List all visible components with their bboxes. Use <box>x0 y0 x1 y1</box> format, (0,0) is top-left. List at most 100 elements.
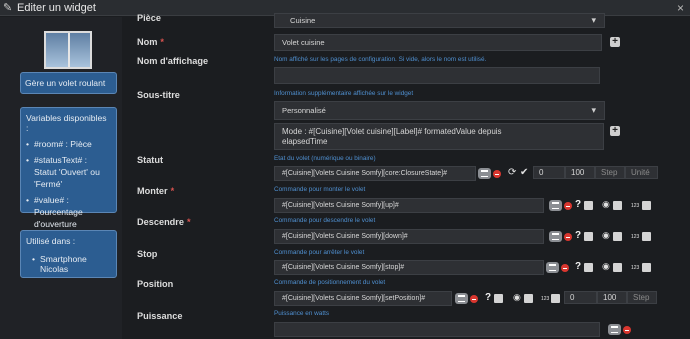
list-item: Smartphone Nicolas <box>26 254 111 274</box>
help-checkbox[interactable] <box>584 232 593 241</box>
help-checkbox[interactable] <box>494 294 503 303</box>
help-descendre: Commande pour descendre le volet <box>274 217 376 224</box>
delete-icon[interactable] <box>561 264 569 272</box>
help-checkbox[interactable] <box>584 201 593 210</box>
list-icon[interactable] <box>546 262 559 273</box>
visible-checkbox[interactable] <box>613 263 622 272</box>
statut-step-placeholder: Step <box>601 168 618 177</box>
visible-checkbox[interactable] <box>613 232 622 241</box>
sous-titre-text-value: Mode : #[Cuisine][Volet cuisine][Label]#… <box>282 127 502 146</box>
eye-icon: ◉ <box>602 261 610 271</box>
sous-titre-select-value: Personnalisé <box>282 106 326 115</box>
position-min-input[interactable]: 0 <box>564 291 597 304</box>
info-card-description: Gère un volet roulant <box>20 72 117 94</box>
position-step-input[interactable]: Step <box>627 291 657 304</box>
delete-icon[interactable] <box>623 326 631 334</box>
label-nom: Nom * <box>137 37 164 47</box>
help-stop: Commande pour arrêter le volet <box>274 249 365 256</box>
help-toggle[interactable]: ? <box>575 230 581 241</box>
help-toggle[interactable]: ? <box>575 199 581 210</box>
numeric-label: 123 <box>631 203 640 209</box>
form-panel: Pièce Cuisine Nom* Volet cuisine + Nom d… <box>122 0 690 339</box>
label-stop: Stop <box>137 249 158 259</box>
statut-step-input[interactable]: Step <box>595 166 625 179</box>
visible-checkbox[interactable] <box>524 294 533 303</box>
help-statut: Etat du volet (numérique ou binaire) <box>274 155 376 162</box>
numeric-label: 123 <box>541 296 550 302</box>
card-description-text: Gère un volet roulant <box>25 78 106 88</box>
position-max-input[interactable]: 100 <box>597 291 627 304</box>
list-icon[interactable] <box>478 168 491 179</box>
position-step-placeholder: Step <box>633 293 650 302</box>
required-mark: * <box>186 217 191 227</box>
help-toggle[interactable]: ? <box>485 292 491 303</box>
list-icon[interactable] <box>455 293 468 304</box>
pencil-icon: ✎ <box>3 1 13 14</box>
delete-icon[interactable] <box>493 170 501 178</box>
label-statut: Statut <box>137 155 164 165</box>
help-checkbox[interactable] <box>584 263 593 272</box>
list-item: #room# : Pièce <box>26 138 111 150</box>
label-nom-text: Nom <box>137 37 158 47</box>
puissance-input[interactable] <box>274 322 600 337</box>
numeric-checkbox[interactable] <box>551 294 560 303</box>
statut-input[interactable]: #[Cuisine][Volets Cuisine Somfy][core:Cl… <box>274 166 476 181</box>
label-monter-text: Monter <box>137 186 168 196</box>
add-button[interactable]: + <box>610 37 620 47</box>
label-puissance: Puissance <box>137 311 183 321</box>
position-max-value: 100 <box>603 293 617 302</box>
piece-select[interactable]: Cuisine <box>274 13 605 28</box>
help-puissance: Puissance en watts <box>274 310 330 317</box>
info-card-variables: Variables disponibles : #room# : Pièce #… <box>20 107 117 229</box>
help-sous-titre: Information supplémentaire affichée sur … <box>274 90 414 97</box>
numeric-checkbox[interactable] <box>642 232 651 241</box>
statut-max-value: 100 <box>571 168 585 177</box>
position-value: #[Cuisine][Volets Cuisine Somfy][setPosi… <box>282 295 426 302</box>
eye-icon: ◉ <box>602 199 610 209</box>
label-descendre: Descendre * <box>137 217 191 227</box>
statut-unit-input[interactable]: Unité <box>625 166 658 179</box>
delete-icon[interactable] <box>564 233 572 241</box>
widget-thumbnail <box>44 31 92 69</box>
nom-input[interactable]: Volet cuisine <box>274 34 602 51</box>
help-nom-affichage: Nom affiché sur les pages de configurati… <box>274 56 487 63</box>
delete-icon[interactable] <box>470 295 478 303</box>
eye-icon: ◉ <box>602 230 610 240</box>
numeric-checkbox[interactable] <box>642 263 651 272</box>
label-nom-affichage: Nom d'affichage <box>137 56 209 66</box>
statut-max-input[interactable]: 100 <box>565 166 595 179</box>
sous-titre-text[interactable]: Mode : #[Cuisine][Volet cuisine][Label]#… <box>274 123 604 150</box>
list-icon[interactable] <box>608 324 621 335</box>
nom-affichage-input[interactable] <box>274 67 600 84</box>
stop-input[interactable]: #[Cuisine][Volets Cuisine Somfy][stop]# <box>274 260 544 275</box>
check-icon[interactable]: ✔ <box>520 167 528 178</box>
label-position: Position <box>137 279 174 289</box>
label-piece: Pièce <box>137 13 162 23</box>
monter-input[interactable]: #[Cuisine][Volets Cuisine Somfy][up]# <box>274 198 544 213</box>
statut-min-value: 0 <box>539 168 544 177</box>
list-icon[interactable] <box>549 231 562 242</box>
add-button[interactable]: + <box>610 126 620 136</box>
label-sous-titre: Sous-titre <box>137 90 180 100</box>
help-monter: Commande pour monter le volet <box>274 186 366 193</box>
statut-unit-placeholder: Unité <box>631 168 650 177</box>
numeric-checkbox[interactable] <box>642 201 651 210</box>
required-mark: * <box>170 186 175 196</box>
label-descendre-text: Descendre <box>137 217 184 227</box>
refresh-icon[interactable]: ⟳ <box>508 167 516 178</box>
statut-min-input[interactable]: 0 <box>533 166 565 179</box>
descendre-value: #[Cuisine][Volets Cuisine Somfy][down]# <box>282 233 408 240</box>
visible-checkbox[interactable] <box>613 201 622 210</box>
list-item: #value# : Pourcentage d'ouverture <box>26 194 111 230</box>
help-toggle[interactable]: ? <box>575 261 581 272</box>
statut-value: #[Cuisine][Volets Cuisine Somfy][core:Cl… <box>282 170 447 177</box>
eye-icon: ◉ <box>513 292 521 302</box>
variables-title: Variables disponibles : <box>26 113 107 133</box>
descendre-input[interactable]: #[Cuisine][Volets Cuisine Somfy][down]# <box>274 229 544 244</box>
list-icon[interactable] <box>549 200 562 211</box>
usage-title: Utilisé dans : <box>26 236 76 246</box>
position-input[interactable]: #[Cuisine][Volets Cuisine Somfy][setPosi… <box>274 291 452 306</box>
window-title: Editer un widget <box>17 1 96 14</box>
delete-icon[interactable] <box>564 202 572 210</box>
sous-titre-select[interactable]: Personnalisé <box>274 101 605 120</box>
